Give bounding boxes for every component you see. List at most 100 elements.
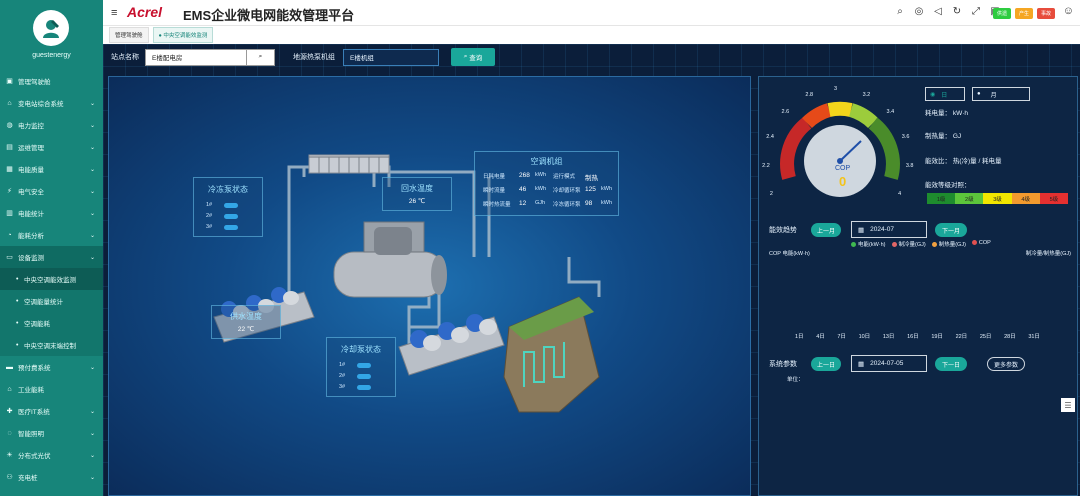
power-unit: kW·h: [952, 110, 968, 117]
hvac-scene: 冷冻泵状态 1# 2# 3# 回水温度 26 ℃ 空调机组 日耗电量 268 kWh…: [108, 76, 751, 496]
sidebar-item-label: 能耗分析: [18, 233, 44, 240]
gauge-tick-label: 3.6: [901, 133, 910, 140]
gauge-tick-label: 3.8: [905, 162, 914, 169]
trend-date-picker[interactable]: ▦ 2024-07: [851, 221, 927, 238]
return-temp-value: 26 ℃: [408, 198, 426, 205]
legend-item[interactable]: 制热量(GJ): [931, 240, 966, 248]
chevron-down-icon: ⌄: [89, 254, 95, 261]
sidebar-item-label: 智能照明: [18, 431, 44, 438]
cool-pump-group: [398, 314, 505, 376]
sidebar-item[interactable]: ▬ 预付费系统 ⌄: [0, 356, 103, 378]
sidebar-item[interactable]: ☀ 分布式光伏 ⌄: [0, 444, 103, 466]
status-pill[interactable]: 供遗: [992, 8, 1011, 19]
freeze-pump-2-toggle[interactable]: [224, 214, 238, 219]
username: guestenergy: [32, 52, 71, 59]
trend-left-axis: COP 电能(kW·h): [769, 251, 810, 257]
params-date-picker[interactable]: ▦ 2024-07-05: [851, 355, 927, 372]
sidebar-item[interactable]: ✚ 医疗IT系统 ⌄: [0, 400, 103, 422]
sidebar-item[interactable]: ◍ 电力监控 ⌄: [0, 114, 103, 136]
grid-icon: ▦: [6, 165, 13, 173]
analysis-icon: ◔: [7, 231, 12, 239]
refresh-icon[interactable]: ↻: [952, 6, 962, 17]
sidebar-item[interactable]: ▣ 管理驾驶舱: [0, 70, 103, 92]
freeze-pump-3-toggle[interactable]: [224, 225, 238, 230]
gauge-tick-label: 2.8: [805, 91, 814, 98]
station-label: 站点名称: [111, 54, 139, 61]
level-segment: 4级: [1011, 193, 1040, 204]
sidebar-item[interactable]: ▤ 运维管理 ⌄: [0, 136, 103, 158]
chevron-down-icon: ⌄: [89, 452, 95, 459]
day-tick-label: 10日: [858, 334, 871, 340]
menu-toggle-icon[interactable]: ≡: [111, 7, 117, 19]
return-temp-panel: 回水温度 26 ℃: [382, 177, 452, 211]
legend-dot-icon: [851, 242, 856, 248]
trend-prev-button[interactable]: 上一月: [811, 223, 841, 237]
gauge-tick-label: 2.4: [766, 133, 774, 140]
params-prev-button[interactable]: 上一日: [811, 357, 841, 371]
params-next-button[interactable]: 下一日: [935, 357, 967, 371]
station-select[interactable]: E楼配电房: [145, 48, 247, 66]
cool-pump-2-toggle[interactable]: [357, 374, 371, 379]
status-pill[interactable]: 产生: [1014, 8, 1033, 19]
sidebar-item-label: 分布式光伏: [18, 453, 51, 460]
chiller-row-key: 冷冻循环泵: [553, 202, 581, 208]
sidebar-subitem[interactable]: 中央空调末端控制: [0, 334, 103, 356]
legend-item[interactable]: 制冷量(GJ): [891, 240, 926, 248]
return-temp-title: 回水温度: [401, 184, 433, 193]
sidebar-item[interactable]: ⚡ 电气安全 ⌄: [0, 180, 103, 202]
supply-temp-panel: 供水温度 22 ℃: [211, 305, 281, 339]
sidebar-item[interactable]: ▦ 电能质量 ⌄: [0, 158, 103, 180]
day-tick-label: 4日: [816, 334, 825, 340]
sidebar-subitem[interactable]: 中央空调能效监测: [0, 268, 103, 290]
search-icon[interactable]: ⌕: [895, 6, 905, 17]
station-search-button[interactable]: ⌕: [247, 48, 275, 66]
tab[interactable]: 中央空调能效监测: [152, 27, 214, 43]
sidebar-item[interactable]: ▥ 电能统计 ⌄: [0, 202, 103, 224]
sidebar-item[interactable]: ◌ 智能照明 ⌄: [0, 422, 103, 444]
bolt-icon: ⚡: [7, 187, 12, 195]
side-settings-icon[interactable]: ☰: [1061, 398, 1075, 412]
help-icon[interactable]: ◎: [914, 6, 924, 17]
level-label: 能效等级对照：: [925, 182, 971, 189]
sidebar-item[interactable]: ◔ 能耗分析 ⌄: [0, 224, 103, 246]
gauge-tick-label: 2.6: [781, 108, 790, 115]
legend-item[interactable]: 电能(kW·h): [851, 240, 886, 248]
sidebar-subitem[interactable]: 空调能耗: [0, 312, 103, 334]
fullscreen-icon[interactable]: ⤢: [971, 6, 981, 17]
cool-pump-1-toggle[interactable]: [357, 363, 371, 368]
query-button[interactable]: ⌕ 查询: [451, 48, 495, 66]
avatar[interactable]: [33, 10, 69, 46]
freeze-pump-1-toggle[interactable]: [224, 203, 238, 208]
gauge-tick-label: 3: [834, 86, 838, 92]
level-segment: 2级: [955, 193, 984, 204]
radio-day-label: 日: [941, 92, 948, 99]
status-pill[interactable]: 事故: [1036, 8, 1055, 19]
cool-pump-3-toggle[interactable]: [357, 385, 371, 390]
sidebar-subitem[interactable]: 空调能量统计: [0, 290, 103, 312]
day-tick-label: 25日: [979, 334, 992, 340]
sidebar-item[interactable]: ▭ 设备监测 ⌄: [0, 246, 103, 268]
trend-next-button[interactable]: 下一月: [935, 223, 967, 237]
legend-label: 制热量(GJ): [938, 242, 966, 248]
cool-pump-title: 冷却泵状态: [341, 345, 381, 354]
radio-month[interactable]: ● 月: [972, 87, 1030, 101]
tab[interactable]: 管理驾驶舱: [109, 27, 149, 43]
sidebar-item[interactable]: ⌂ 工业能耗: [0, 378, 103, 400]
cop-gauge: [780, 101, 900, 197]
legend-item[interactable]: COP: [971, 240, 991, 248]
user-icon[interactable]: ☺: [1063, 5, 1074, 17]
freeze-pump-row-label: 1#: [206, 202, 213, 208]
more-params-button[interactable]: 更多参数: [987, 357, 1025, 371]
group-select[interactable]: E楼机组: [343, 48, 439, 66]
sidebar-item[interactable]: ⚇ 充电桩 ⌄: [0, 466, 103, 488]
medical-icon: ✚: [6, 407, 13, 415]
sidebar-item[interactable]: ⌂ 变电站综合系统 ⌄: [0, 92, 103, 114]
sidebar-item-label: 电力监控: [18, 123, 44, 130]
chevron-down-icon: ⌄: [89, 166, 95, 173]
sidebar-item-label: 电能质量: [18, 167, 44, 174]
radio-day[interactable]: ◉ 日: [925, 87, 965, 101]
hvac-diagram: [213, 154, 601, 413]
toolbar-icons: ⌕ ◎ ◁ ↻ ⤢ ▣: [895, 6, 1000, 17]
sidebar-item-label: 电能统计: [18, 211, 44, 218]
sound-icon[interactable]: ◁: [933, 6, 943, 17]
